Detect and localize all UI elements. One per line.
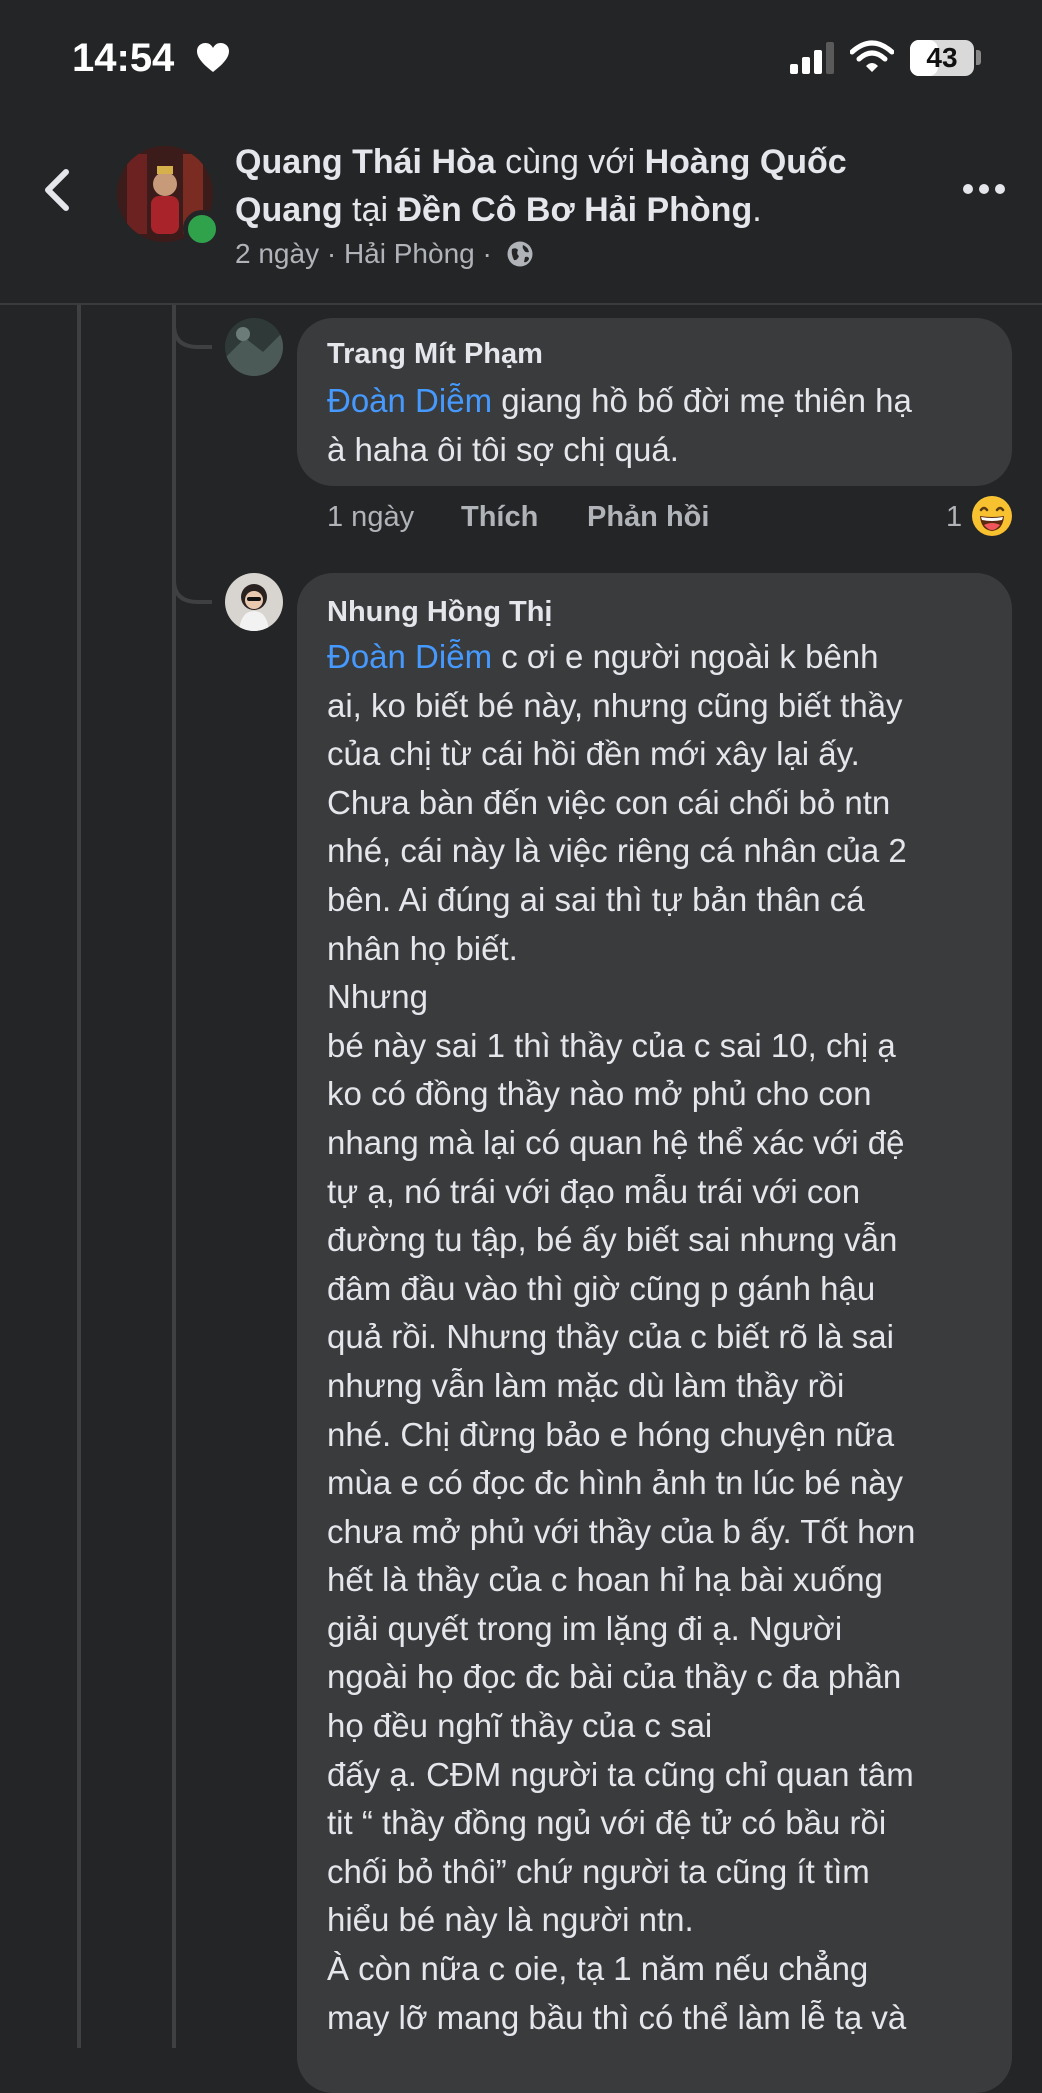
- signal-icon: [790, 42, 834, 74]
- mention-link[interactable]: Đoàn Diễm: [327, 638, 492, 675]
- status-bar: 14:54 43: [0, 0, 1042, 118]
- online-status-dot: [183, 210, 221, 248]
- thread-connector: [172, 305, 212, 349]
- with-text: cùng với: [495, 143, 645, 181]
- commenter-avatar-image: [225, 573, 283, 631]
- more-icon[interactable]: [962, 182, 1006, 196]
- wifi-icon: [850, 40, 894, 72]
- author-name[interactable]: Quang Thái Hòa: [235, 143, 496, 181]
- battery-level: 43: [926, 42, 958, 73]
- comment-body: c ơi e người ngoài k bênh ai, ko biết bé…: [327, 638, 916, 2036]
- laughing-emoji-icon[interactable]: [972, 496, 1012, 536]
- globe-icon: [507, 241, 533, 267]
- comment-text: Đoàn Diễm c ơi e người ngoài k bênh ai, …: [327, 633, 1007, 2042]
- commenter-avatar[interactable]: [225, 318, 283, 376]
- comment-actions: 1 ngày Thích Phản hồi: [327, 501, 1017, 541]
- mention-link[interactable]: Đoàn Diễm: [327, 382, 492, 419]
- heart-icon: [197, 43, 229, 72]
- reaction-count[interactable]: 1: [946, 501, 962, 534]
- comment-text: Đoàn Diễm giang hồ bố đời mẹ thiên hạ à …: [327, 377, 1007, 474]
- post-header: Quang Thái Hòa cùng với Hoàng Quốc Quang…: [0, 118, 1042, 304]
- thread-connector: [172, 560, 212, 604]
- like-button[interactable]: Thích: [461, 501, 538, 534]
- comment-author[interactable]: Trang Mít Phạm: [327, 338, 543, 371]
- comment-author[interactable]: Nhung Hồng Thị: [327, 596, 553, 629]
- post-meta: 2 ngày · Hải Phòng ·: [235, 238, 534, 270]
- thread-line-outer: [77, 305, 81, 2048]
- reply-button[interactable]: Phản hồi: [587, 501, 709, 534]
- post-meta-text: 2 ngày · Hải Phòng ·: [235, 238, 500, 269]
- at-text: tại: [342, 191, 398, 229]
- status-time: 14:54: [72, 36, 175, 80]
- commenter-avatar[interactable]: [225, 573, 283, 631]
- location-name[interactable]: Đền Cô Bơ Hải Phòng: [397, 191, 752, 229]
- end-text: .: [752, 191, 762, 229]
- post-title: Quang Thái Hòa cùng với Hoàng Quốc Quang…: [235, 138, 955, 234]
- back-arrow-icon[interactable]: [38, 166, 78, 214]
- comment-time: 1 ngày: [327, 501, 415, 533]
- commenter-avatar-image: [225, 318, 283, 376]
- battery-icon: 43: [910, 40, 974, 76]
- header-divider: [0, 303, 1042, 305]
- battery-tip: [976, 50, 981, 65]
